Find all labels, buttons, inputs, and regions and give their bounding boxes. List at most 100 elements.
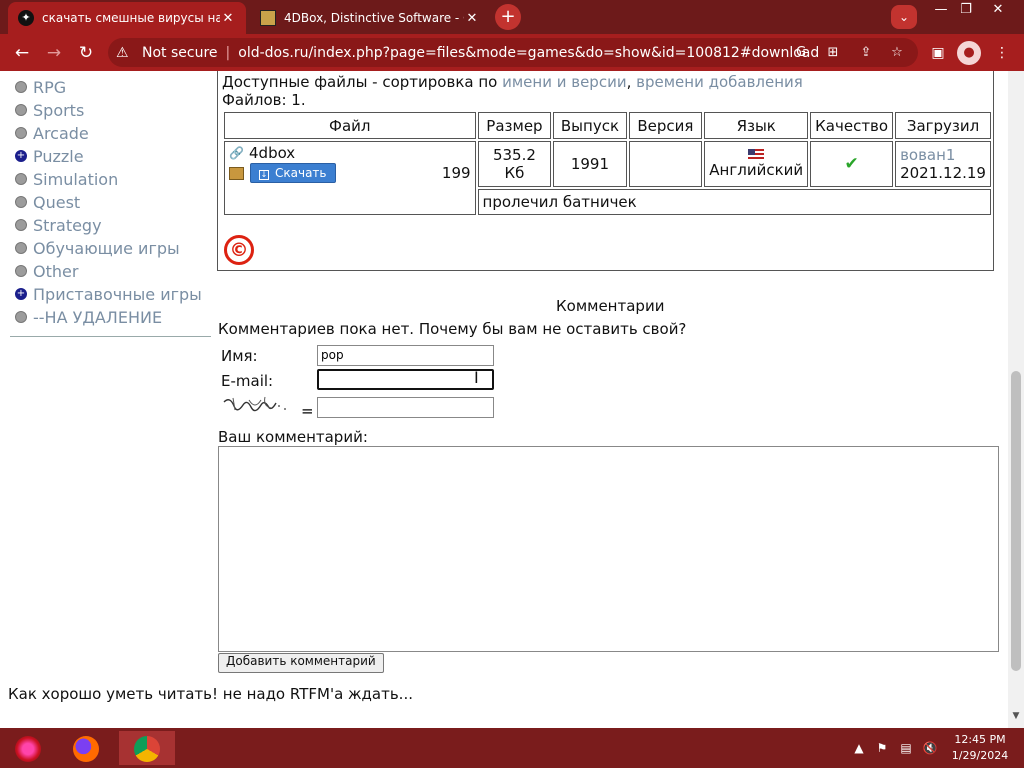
flag-icon[interactable]: ⚑	[874, 740, 890, 756]
tab-inactive[interactable]: 4DBox, Distinctive Software - Ста ✕	[250, 2, 490, 34]
sidebar-item-label: --НА УДАЛЕНИЕ	[33, 307, 163, 327]
upload-date: 2021.12.19	[900, 164, 986, 182]
scroll-down-arrow-icon[interactable]: ▼	[1010, 711, 1022, 723]
back-arrow-icon[interactable]: ←	[11, 42, 33, 64]
close-window-button[interactable]: ✕	[987, 2, 1009, 18]
sidebar-item-educational[interactable]: Обучающие игры	[15, 237, 180, 259]
site-favicon-icon	[260, 10, 276, 26]
reload-icon[interactable]: ↻	[75, 42, 97, 64]
google-icon[interactable]: G	[792, 44, 810, 62]
comment-label: Ваш комментарий:	[218, 428, 368, 446]
sidebar-item-label: Puzzle	[33, 146, 84, 166]
translate-icon[interactable]: ⊞	[824, 44, 842, 62]
email-field[interactable]	[317, 369, 494, 390]
restore-button[interactable]: ❐	[955, 2, 977, 18]
firefox-taskbar-button[interactable]	[58, 731, 114, 765]
download-button-label: Скачать	[275, 166, 327, 180]
sidebar-item-quest[interactable]: Quest	[15, 191, 80, 213]
us-flag-icon	[748, 149, 765, 159]
captcha-field[interactable]	[317, 397, 494, 418]
chrome-taskbar-button[interactable]	[119, 731, 175, 765]
sidebar-item-label: Обучающие игры	[33, 238, 180, 258]
col-size: Размер	[477, 112, 552, 139]
sidebar-item-label: RPG	[33, 77, 67, 97]
col-file: Файл	[224, 112, 476, 139]
expand-plus-icon[interactable]: +	[15, 150, 27, 162]
file-cell: 🔗 4dbox ↓ Скачать 199	[224, 141, 476, 215]
file-size: 535.2 Кб	[477, 141, 552, 187]
bullet-icon	[15, 311, 27, 323]
sidebar-item-console-games[interactable]: + Приставочные игры	[15, 283, 202, 305]
files-panel: Доступные файлы - сортировка по имени и …	[217, 71, 994, 271]
tab-title: скачать смешные вирусы на ко	[42, 11, 220, 25]
bookmark-star-icon[interactable]: ☆	[888, 44, 906, 62]
firefox-icon	[73, 735, 99, 762]
clock-time: 12:45 PM	[954, 733, 1006, 746]
link-chain-icon: 🔗	[229, 146, 244, 160]
clock[interactable]: 12:45 PM 1/29/2024	[950, 732, 1010, 764]
files-heading: Доступные файлы - сортировка по имени и …	[222, 73, 803, 109]
sidebar-item-arcade[interactable]: Arcade	[15, 122, 89, 144]
menu-kebab-icon[interactable]: ⋮	[991, 42, 1013, 64]
table-header-row: Файл Размер Выпуск Версия Язык Качество …	[224, 112, 991, 139]
sort-by-time-link[interactable]: времени добавления	[636, 73, 803, 91]
share-icon[interactable]: ⇪	[857, 44, 875, 62]
uploader-link[interactable]: вован1	[900, 146, 955, 164]
network-icon[interactable]: ▤	[898, 740, 914, 756]
scrollbar-thumb[interactable]	[1011, 371, 1021, 671]
sidebar-item-label: Simulation	[33, 169, 119, 189]
email-label: E-mail:	[221, 372, 274, 390]
minimize-button[interactable]: —	[930, 2, 952, 18]
sidebar-item-strategy[interactable]: Strategy	[15, 214, 102, 236]
sidebar-item-label: Other	[33, 261, 79, 281]
sidebar-item-other[interactable]: Other	[15, 260, 78, 282]
table-row: 🔗 4dbox ↓ Скачать 199 535.2 Кб 1991 Англ…	[224, 141, 991, 215]
tab-search-button[interactable]: ⌄	[891, 5, 917, 29]
bullet-icon	[15, 127, 27, 139]
browser-tab-strip: ✦ скачать смешные вирусы на ко ✕ 4DBox, …	[0, 0, 1024, 34]
col-language: Язык	[704, 112, 809, 139]
bullet-icon	[15, 104, 27, 116]
divider	[10, 336, 211, 337]
sidebar-item-label: Strategy	[33, 215, 102, 235]
bullet-icon	[15, 196, 27, 208]
tab-close-icon[interactable]: ✕	[220, 11, 236, 26]
download-icon: ↓	[259, 170, 269, 180]
url-text[interactable]: old-dos.ru/index.php?page=files&mode=gam…	[238, 45, 819, 61]
comment-textarea[interactable]	[218, 446, 999, 652]
page-viewport: RPG Sports Arcade + Puzzle Simulation Qu…	[0, 71, 1024, 728]
download-count: 199	[441, 164, 471, 182]
expand-plus-icon[interactable]: +	[15, 288, 27, 300]
tray-chevron-icon[interactable]: ▲	[851, 740, 867, 756]
sort-by-name-link[interactable]: имени и версии	[502, 73, 626, 91]
add-comment-button[interactable]: Добавить комментарий	[218, 653, 384, 673]
chrome-icon	[134, 735, 160, 762]
file-note: пролечил батничек	[477, 189, 991, 215]
sidebar-item-simulation[interactable]: Simulation	[15, 168, 118, 190]
sidebar-item-sports[interactable]: Sports	[15, 99, 84, 121]
download-button[interactable]: ↓ Скачать	[250, 163, 336, 183]
comments-title: Комментарии	[556, 297, 665, 315]
new-tab-button[interactable]: +	[495, 4, 521, 30]
profile-avatar-icon[interactable]: ●	[957, 41, 981, 65]
name-field[interactable]: pop	[317, 345, 494, 366]
sidebar-item-label: Sports	[33, 100, 85, 120]
name-label: Имя:	[221, 347, 258, 365]
sidebar-item-rpg[interactable]: RPG	[15, 76, 66, 98]
volume-muted-icon[interactable]: 🔇	[922, 740, 938, 756]
sidebar-item-puzzle[interactable]: + Puzzle	[15, 145, 84, 167]
forward-arrow-icon[interactable]: →	[43, 42, 65, 64]
captcha-equals: =	[301, 402, 314, 420]
bullet-icon	[15, 173, 27, 185]
side-panel-icon[interactable]: ▣	[927, 42, 949, 64]
sidebar-item-for-deletion[interactable]: --НА УДАЛЕНИЕ	[15, 306, 162, 328]
sort-prefix: Доступные файлы - сортировка по	[222, 73, 503, 91]
sort-separator: ,	[626, 73, 637, 91]
start-button[interactable]	[0, 731, 56, 765]
file-quality: ✔	[810, 141, 894, 187]
page-scrollbar[interactable]: ▼	[1008, 71, 1024, 728]
tab-active[interactable]: ✦ скачать смешные вирусы на ко ✕	[8, 2, 246, 34]
file-release: 1991	[553, 141, 627, 187]
tab-close-icon[interactable]: ✕	[464, 11, 480, 26]
no-comments-text: Комментариев пока нет. Почему бы вам не …	[218, 320, 687, 338]
